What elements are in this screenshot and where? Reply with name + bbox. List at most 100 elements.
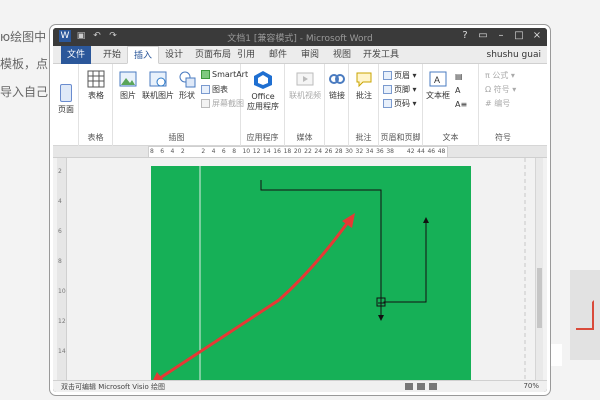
equation-button[interactable]: π 公式 ▾ <box>485 70 515 81</box>
background-text-line: 导入自己 <box>0 85 49 99</box>
minimize-icon[interactable]: – <box>495 30 507 42</box>
ruler-number: 26 <box>324 148 333 155</box>
links-button[interactable]: 链接 <box>326 70 348 101</box>
help-icon[interactable]: ? <box>459 30 471 42</box>
picture-label: 图片 <box>120 91 136 100</box>
page-number-icon <box>383 99 392 108</box>
ruler-number: 18 <box>283 148 292 155</box>
close-icon[interactable]: × <box>531 30 543 42</box>
office-store-icon <box>254 71 272 89</box>
group-label-illustrations: 插图 <box>168 133 185 142</box>
shapes-label: 形状 <box>179 91 195 100</box>
online-video-label: 联机视频 <box>289 91 321 100</box>
svg-text:A: A <box>434 75 440 85</box>
ruler-number: 4 <box>211 148 216 155</box>
comment-button[interactable]: 批注 <box>353 70 375 101</box>
document-canvas[interactable]: 2 4 6 8 10 12 14 <box>53 158 547 388</box>
chart-button[interactable]: 图表 <box>201 84 228 95</box>
ruler-number: 24 <box>314 148 323 155</box>
group-text: A 文本框 ▤ A A≡ 文本 <box>423 64 479 146</box>
header-icon <box>383 71 392 80</box>
symbol-label: 符号 <box>493 85 510 94</box>
ruler-number: 30 <box>345 148 353 155</box>
shapes-button[interactable]: 形状 <box>175 70 199 101</box>
ruler-number: 2 <box>201 148 206 155</box>
chart-label: 图表 <box>212 85 228 94</box>
view-buttons <box>405 383 437 390</box>
zoom-level[interactable]: 70% <box>523 382 539 390</box>
word-window: W ▣ ↶ ↷ 文档1 [兼容模式] - Microsoft Word ? ▭ … <box>50 25 550 395</box>
numbering-icon: # <box>485 99 492 108</box>
print-layout-icon[interactable] <box>417 383 425 390</box>
footer-label: 页脚 <box>394 85 410 94</box>
tab-view[interactable]: 视图 <box>327 46 357 64</box>
horizontal-ruler[interactable]: 8 6 4 2 2 4 6 8 10 12 14 16 18 20 22 24 26 28 30 32 34 36 38 42… <box>53 146 547 158</box>
online-picture-icon <box>149 71 167 87</box>
group-label-symbols: 符号 <box>495 133 511 142</box>
quick-parts-icon[interactable]: ▤ <box>455 72 463 81</box>
group-label-apps: 应用程序 <box>246 133 279 142</box>
vertical-scrollbar[interactable] <box>535 158 543 386</box>
online-video-icon <box>296 72 314 86</box>
picture-button[interactable]: 图片 <box>117 70 139 101</box>
ribbon-display-icon[interactable]: ▭ <box>477 30 489 42</box>
online-video-button[interactable]: 联机视频 <box>287 70 323 101</box>
tab-mailings[interactable]: 邮件 <box>263 46 293 64</box>
ruler-number: 14 <box>263 148 271 155</box>
office-apps-label-line2: 应用程序 <box>247 102 279 111</box>
header-button[interactable]: 页眉 ▾ <box>383 70 417 81</box>
ruler-number: 6 <box>221 148 226 155</box>
textbox-button[interactable]: A 文本框 <box>425 70 451 101</box>
equation-label: 公式 <box>492 71 509 80</box>
tab-home[interactable]: 开始 <box>97 46 127 64</box>
symbol-button[interactable]: Ω 符号 ▾ <box>485 84 516 95</box>
office-apps-button[interactable]: Office 应用程序 <box>243 70 283 112</box>
online-picture-button[interactable]: 联机图片 <box>141 70 175 101</box>
office-apps-label-line1: Office <box>251 92 275 101</box>
connector-arrowhead <box>378 315 384 321</box>
group-label-text: 文本 <box>442 133 459 142</box>
links-label: 链接 <box>329 91 345 100</box>
tab-references[interactable]: 引用 <box>231 46 261 64</box>
screenshot-button[interactable]: 屏幕截图 <box>201 98 244 109</box>
page-number-button[interactable]: 页码 ▾ <box>383 98 417 109</box>
screenshot-label: 屏幕截图 <box>212 99 244 108</box>
table-button[interactable]: 表格 <box>83 70 109 101</box>
tab-design[interactable]: 设计 <box>159 46 189 64</box>
ribbon-insert: 页面 表格 表格 图片 联机图片 形状 SmartArt 图表 屏幕截图 插图 … <box>53 64 547 146</box>
numbering-button[interactable]: # 编号 <box>485 98 510 109</box>
read-mode-icon[interactable] <box>405 383 413 390</box>
web-layout-icon[interactable] <box>429 383 437 390</box>
tab-page-layout[interactable]: 页面布局 <box>189 46 237 64</box>
ruler-number: 42 <box>406 148 415 155</box>
group-label-media: 媒体 <box>296 133 313 142</box>
tab-developer[interactable]: 开发工具 <box>357 46 405 64</box>
tab-insert[interactable]: 插入 <box>127 46 160 64</box>
footer-button[interactable]: 页脚 ▾ <box>383 84 417 95</box>
ruler-number: 48 <box>437 148 446 155</box>
page-number-label: 页码 <box>394 99 410 108</box>
maximize-icon[interactable]: □ <box>513 30 525 42</box>
ruler-number: 44 <box>417 148 425 155</box>
ruler-number: 6 <box>160 148 165 155</box>
ruler-number: 12 <box>252 148 261 155</box>
status-bar: 双击可编辑 Microsoft Visio 绘图 70% <box>53 380 547 392</box>
tab-file[interactable]: 文件 <box>61 46 92 64</box>
drop-cap-icon[interactable]: A≡ <box>455 100 467 109</box>
ribbon-tab-bar: 文件 开始 插入 设计 页面布局 引用 邮件 审阅 视图 开发工具 shushu… <box>53 46 547 64</box>
user-account[interactable]: shushu guai <box>487 46 542 64</box>
table-icon <box>87 70 105 88</box>
ruler-number: 8 <box>232 148 237 155</box>
tab-review[interactable]: 审阅 <box>295 46 325 64</box>
ruler-number: 10 <box>242 148 251 155</box>
comment-label: 批注 <box>356 91 372 100</box>
scrollbar-thumb[interactable] <box>537 268 542 328</box>
pages-icon <box>60 84 72 102</box>
ruler-number: 20 <box>293 148 302 155</box>
wordart-icon[interactable]: A <box>455 86 460 95</box>
group-links: 链接 <box>325 64 349 146</box>
ruler-number: 8 <box>150 148 154 155</box>
ruler-number: 2 <box>180 148 185 155</box>
pages-button[interactable]: 页面 <box>55 84 77 115</box>
connector-arrowhead <box>423 217 429 223</box>
